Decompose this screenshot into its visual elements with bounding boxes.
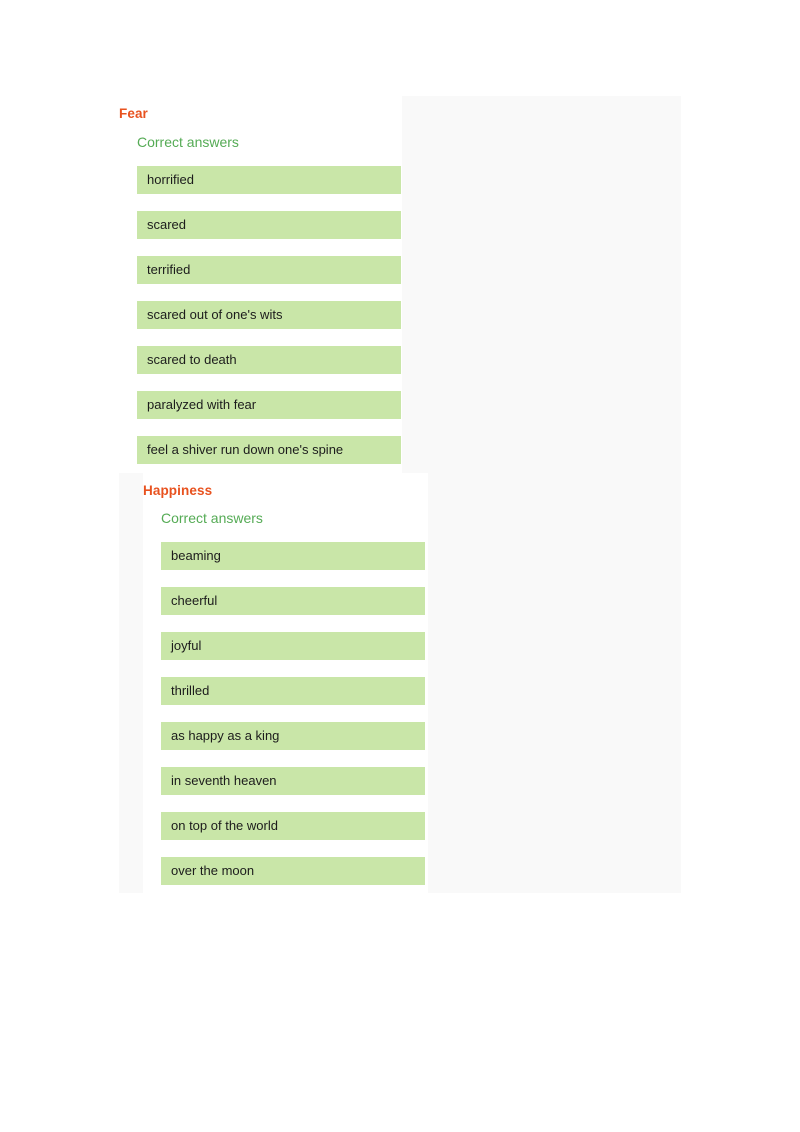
answer-item[interactable]: horrified [137,165,401,194]
answer-item[interactable]: in seventh heaven [161,767,425,795]
answer-list-fear: horrified scared terrified scared out of… [137,165,402,464]
answer-item[interactable]: terrified [137,255,401,284]
section-title-fear: Fear [119,106,148,121]
answer-item[interactable]: thrilled [161,677,425,705]
correct-answers-label-fear: Correct answers [137,133,239,150]
quiz-results-panel: Fear Correct answers horrified scared te… [119,96,681,894]
answer-item[interactable]: beaming [161,542,425,570]
answer-item[interactable]: joyful [161,632,425,660]
section-title-happiness: Happiness [143,482,213,498]
answer-item[interactable]: cheerful [161,587,425,615]
answer-item[interactable]: scared out of one's wits [137,300,401,329]
answer-item[interactable]: as happy as a king [161,722,425,750]
answer-section-happiness: Happiness Correct answers beaming cheerf… [143,472,428,894]
answer-item[interactable]: scared to death [137,345,401,374]
answer-item[interactable]: over the moon [161,857,425,885]
answer-item[interactable]: scared [137,210,401,239]
answers-group-happiness: Correct answers beaming cheerful joyful … [143,497,428,885]
answer-item[interactable]: on top of the world [161,812,425,840]
answer-item[interactable]: paralyzed with fear [137,390,401,419]
correct-answers-label-happiness: Correct answers [161,510,263,526]
answer-list-happiness: beaming cheerful joyful thrilled as happ… [161,542,428,885]
answer-item[interactable]: feel a shiver run down one's spine [137,435,401,464]
answer-section-fear: Fear Correct answers horrified scared te… [119,96,402,473]
answers-group-fear: Correct answers horrified scared terrifi… [119,121,402,464]
